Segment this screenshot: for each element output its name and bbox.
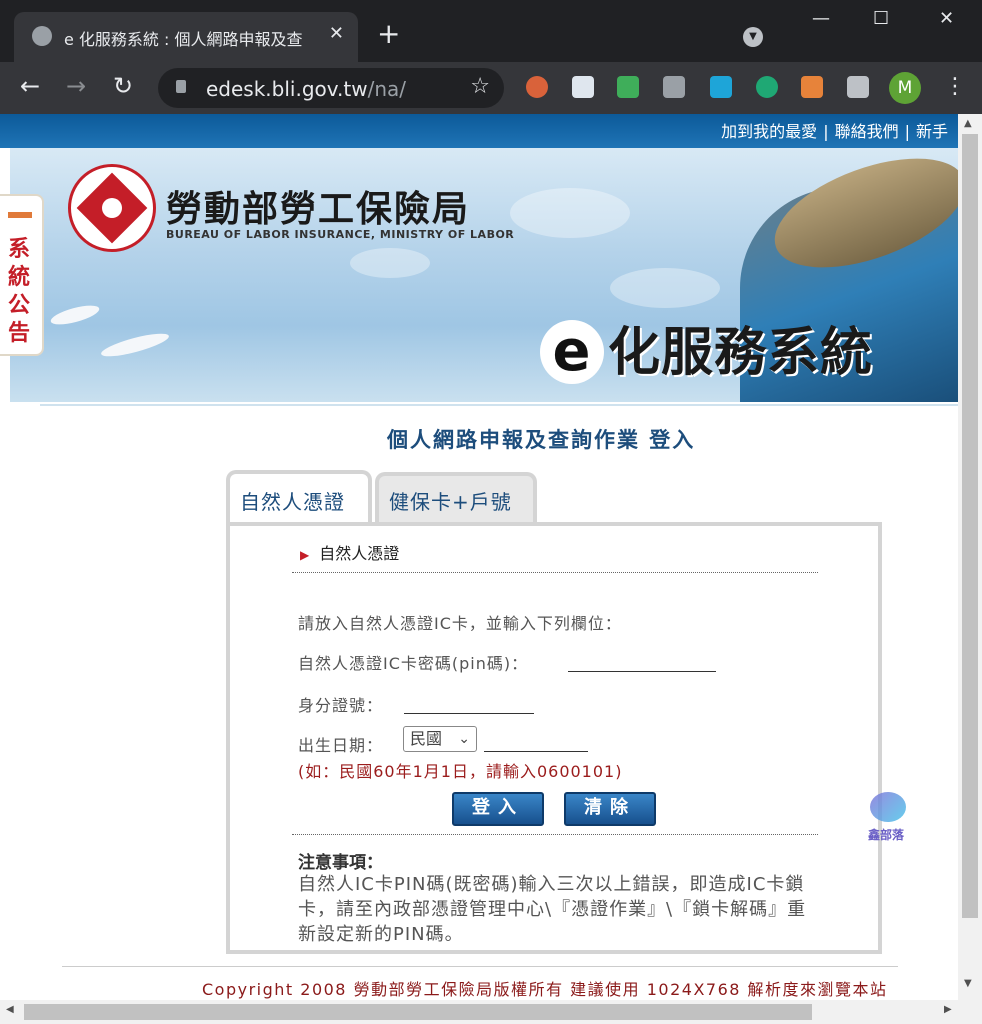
service-name-text: 化服務系統	[608, 323, 874, 383]
tab-citizen-certificate-label: 自然人憑證	[240, 490, 345, 514]
clear-button[interactable]: 清除	[564, 792, 656, 826]
seagull-image	[49, 301, 101, 329]
section-heading: 自然人憑證	[319, 544, 400, 563]
tab-health-card-label: 健保卡+戶號	[389, 490, 512, 514]
forward-icon[interactable]: →	[66, 72, 86, 100]
url-host: edesk.bli.gov.tw	[206, 77, 368, 101]
profile-avatar[interactable]: M	[889, 72, 921, 104]
scroll-down-icon[interactable]: ▼	[964, 978, 972, 989]
url-path: /na/	[367, 77, 407, 101]
contact-link[interactable]: 聯絡我們	[835, 122, 899, 141]
copyright-footer: Copyright 2008 勞動部勞工保險局版權所有 建議使用 1024X76…	[202, 980, 888, 999]
bli-logo	[68, 164, 156, 252]
watermark-logo: 鑫部落	[864, 792, 912, 844]
watermark-text: 鑫部落	[868, 828, 905, 842]
web-page: 加到我的最愛 | 聯絡我們 | 新手 勞動部勞工保險局 BUREAU OF LABOR …	[0, 114, 958, 1000]
scroll-left-icon[interactable]: ◀	[6, 1004, 14, 1015]
site-banner: 勞動部勞工保險局 BUREAU OF LABOR INSURANCE, MINI…	[10, 148, 958, 402]
tab-citizen-certificate[interactable]: 自然人憑證	[226, 470, 372, 526]
address-bar[interactable]: edesk.bli.gov.tw/na/ ☆	[158, 68, 504, 108]
era-value: 民國	[410, 729, 443, 748]
login-button[interactable]: 登入	[452, 792, 544, 826]
kebab-menu-icon[interactable]: ⋮	[944, 74, 966, 99]
close-tab-icon[interactable]: ✕	[329, 23, 344, 44]
org-name-cn: 勞動部勞工保險局	[166, 189, 471, 230]
extension-face-icon[interactable]	[526, 76, 548, 98]
add-favorite-link[interactable]: 加到我的最愛	[721, 122, 817, 141]
service-name: e 化服務系統	[540, 310, 873, 385]
horizontal-scroll-thumb[interactable]	[24, 1004, 812, 1020]
triangle-bullet-icon: ▶	[300, 548, 310, 562]
system-notice-tab[interactable]: 系統公告	[0, 194, 44, 356]
back-icon[interactable]: ←	[20, 72, 40, 100]
era-select[interactable]: 民國 ⌄	[403, 726, 477, 752]
notice-body: 自然人IC卡PIN碼(既密碼)輸入三次以上錯誤，即造成IC卡鎖卡，請至內政部憑證…	[298, 874, 807, 945]
extension-code-icon[interactable]	[663, 76, 685, 98]
instruction-text: 請放入自然人憑證IC卡，並輸入下列欄位：	[298, 614, 622, 633]
extension-share-icon[interactable]	[710, 76, 732, 98]
login-panel: ▶ 自然人憑證 請放入自然人憑證IC卡，並輸入下列欄位： 自然人憑證IC卡密碼(p…	[226, 522, 882, 954]
vertical-scroll-thumb[interactable]	[962, 134, 978, 918]
maximize-icon[interactable]: ☐	[873, 8, 889, 29]
bookmark-star-icon[interactable]: ☆	[470, 74, 490, 99]
minimize-icon[interactable]: —	[812, 8, 830, 29]
browser-tab[interactable]: e 化服務系統 : 個人網路申報及查 ✕	[14, 12, 358, 62]
extension-orange-icon[interactable]	[801, 76, 823, 98]
globe-icon	[32, 26, 52, 46]
tab-title: e 化服務系統 : 個人網路申報及查	[64, 30, 303, 49]
id-label: 身分證號：	[298, 696, 384, 715]
pin-label: 自然人憑證IC卡密碼(pin碼)：	[298, 654, 529, 673]
id-input[interactable]	[404, 713, 534, 714]
login-title: 個人網路申報及查詢作業 登入	[387, 428, 696, 452]
horizontal-scrollbar[interactable]: ◀ ▶	[0, 1000, 982, 1024]
notice-title: 注意事項：	[298, 853, 383, 873]
extensions-puzzle-icon[interactable]	[847, 76, 869, 98]
browser-toolbar: ← → ↻ edesk.bli.gov.tw/na/ ☆ M ⋮	[0, 62, 982, 114]
scroll-right-icon[interactable]: ▶	[944, 1004, 952, 1015]
birth-input[interactable]	[484, 751, 588, 752]
newbie-link[interactable]: 新手	[916, 122, 948, 141]
e-logo: e	[540, 320, 604, 384]
vertical-scrollbar[interactable]: ▲ ▼	[958, 114, 982, 1000]
birth-hint: (如：民國60年1月1日，請輸入0600101)	[298, 762, 623, 781]
window-close-icon[interactable]: ✕	[939, 8, 954, 29]
chevron-down-icon: ⌄	[458, 731, 470, 747]
browser-tab-strip: e 化服務系統 : 個人網路申報及查 ✕ + ▼ — ☐ ✕	[0, 0, 982, 62]
extension-notes-icon[interactable]	[572, 76, 594, 98]
system-notice-label: 系統公告	[8, 237, 31, 346]
org-name-en: BUREAU OF LABOR INSURANCE, MINISTRY OF L…	[166, 228, 515, 241]
extension-mail-icon[interactable]	[617, 76, 639, 98]
scroll-up-icon[interactable]: ▲	[964, 118, 972, 129]
new-tab-button[interactable]: +	[377, 20, 400, 48]
lock-icon[interactable]	[176, 80, 186, 93]
pin-input[interactable]	[568, 671, 716, 672]
birth-label: 出生日期：	[298, 736, 384, 755]
extension-power-icon[interactable]	[756, 76, 778, 98]
reload-icon[interactable]: ↻	[113, 72, 133, 100]
tab-search-icon[interactable]: ▼	[743, 27, 763, 47]
seagull-image	[99, 329, 171, 361]
tab-health-card[interactable]: 健保卡+戶號	[375, 472, 537, 524]
top-link-strip: 加到我的最愛 | 聯絡我們 | 新手	[0, 114, 958, 148]
